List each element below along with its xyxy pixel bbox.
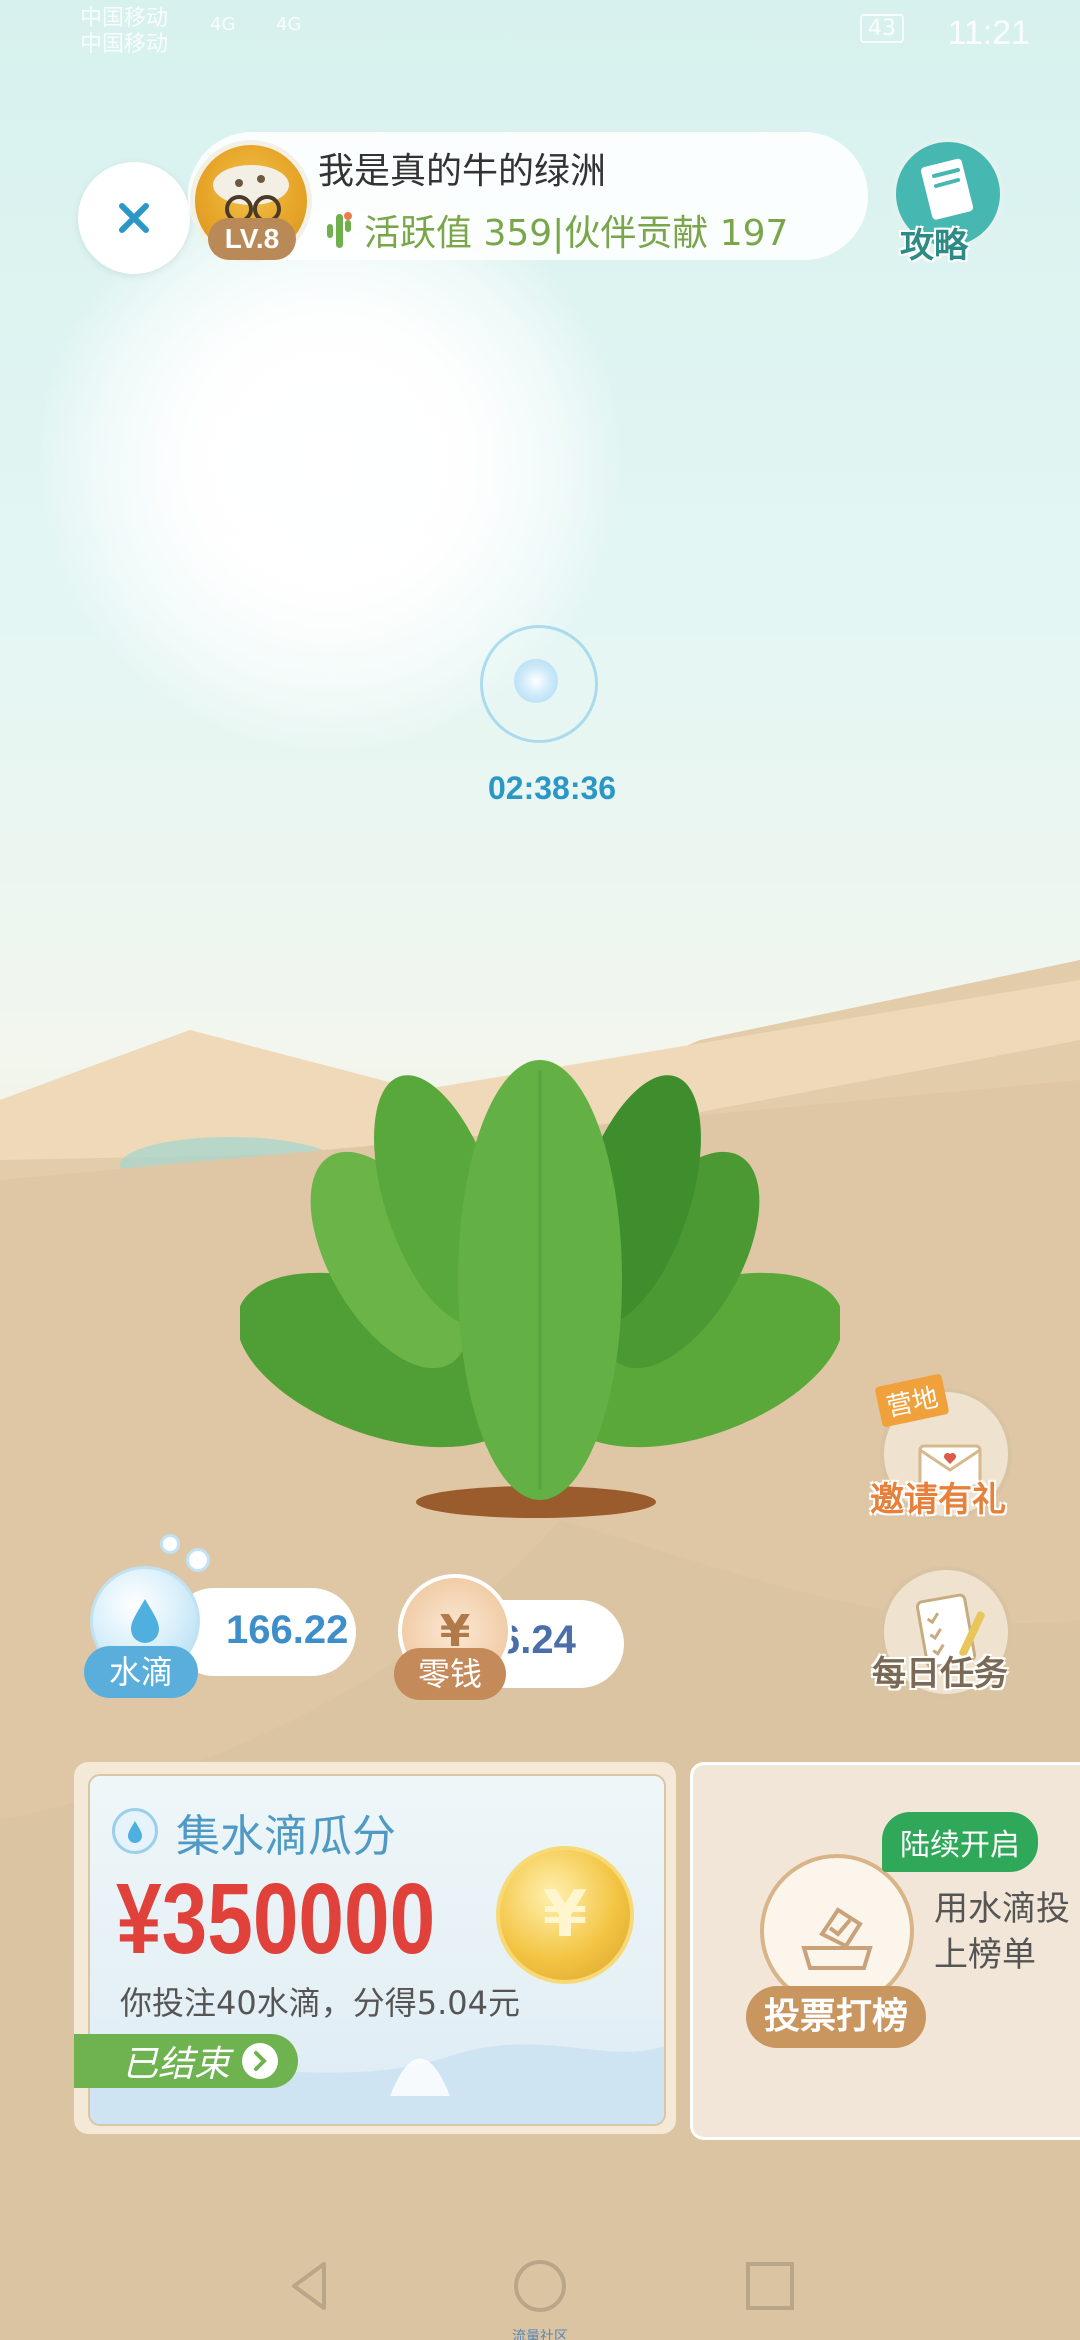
carrier-info: 中国移动 中国移动 [80,6,168,58]
profile-name: 我是真的牛的绿洲 [318,151,607,192]
network-1: 4G [210,14,236,35]
countdown-timer: 02:38:36 [488,770,617,806]
clock: 11:21 [947,14,1030,52]
bubble-decor [186,1548,210,1572]
back-icon[interactable] [280,2256,340,2316]
cash-label: 零钱 [394,1648,506,1700]
water-bubble-icon[interactable] [514,659,558,703]
status-ended-button[interactable]: 已结束 [74,2034,298,2088]
plant-illustration [240,1060,840,1518]
status-ended-label: 已结束 [122,2044,231,2085]
game-scene: 中国移动 中国移动 4G 4G 43 11:21 LV.8 我是真的牛的绿洲 活… [0,0,1080,2340]
nav-caption: 流量社区 [512,2329,568,2340]
battery-indicator: 43 [860,14,904,43]
status-bar: 中国移动 中国移动 4G 4G 43 11:21 [0,0,1080,70]
stats-text: 活跃值 359|伙伴贡献 197 [364,213,789,254]
level-badge: LV.8 [208,218,296,260]
navigation-bar: 流量社区 [0,2230,1080,2340]
yuan-icon: ¥ [542,1878,588,1952]
vote-desc-line2: 上榜单 [934,1935,1036,1975]
vote-desc: 用水滴投 上榜单 [934,1886,1070,1978]
cactus-icon [327,212,352,248]
close-button[interactable] [78,162,190,274]
vote-desc-line1: 用水滴投 [934,1889,1070,1929]
daily-task-label[interactable]: 每日任务 [872,1646,1008,1695]
carrier-1: 中国移动 [80,6,169,31]
promo-amount: ¥350000 [116,1863,436,1975]
vote-action-button[interactable]: 投票打榜 [746,1986,926,2048]
recents-icon[interactable] [740,2256,800,2316]
gold-coin: ¥ [496,1846,634,1984]
vote-button[interactable] [760,1854,914,2008]
carrier-2: 中国移动 [80,32,169,57]
network-2: 4G [276,14,302,35]
promo-title: 集水滴瓜分 [176,1811,396,1862]
ballot-box-icon [801,1907,873,1970]
promo-desc: 你投注40水滴，分得5.04元 [120,1984,520,2022]
water-drop-icon [112,1808,158,1854]
water-balance-value: 166.22 [226,1608,349,1652]
close-icon [119,203,149,233]
vote-badge: 陆续开启 [882,1812,1038,1872]
water-label: 水滴 [84,1646,198,1698]
guide-label[interactable]: 攻略 [900,218,968,267]
invite-label[interactable]: 邀请有礼 [870,1472,1006,1521]
home-icon[interactable] [510,2256,570,2316]
bubble-decor [160,1534,180,1554]
chevron-right-icon [242,2043,279,2079]
profile-stats: 活跃值 359|伙伴贡献 197 [324,204,788,256]
